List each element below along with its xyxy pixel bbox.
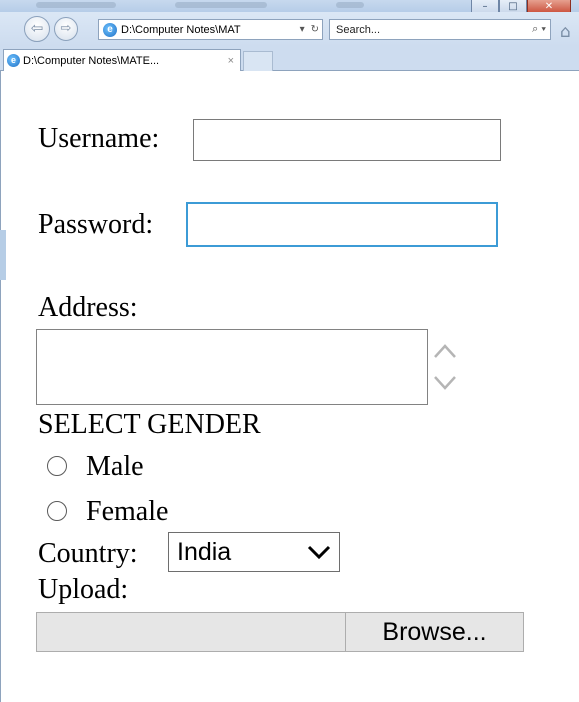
new-tab-button[interactable] xyxy=(243,51,273,71)
file-path-field[interactable] xyxy=(36,612,346,652)
forward-arrow-icon: ⇨ xyxy=(60,21,72,36)
tab-close-icon[interactable]: × xyxy=(222,55,240,67)
female-label: Female xyxy=(86,496,169,527)
ie-page-icon: e xyxy=(103,22,117,37)
male-label: Male xyxy=(86,451,144,482)
tab-strip: e D:\Computer Notes\MATE... × xyxy=(0,46,579,71)
browse-button[interactable]: Browse... xyxy=(345,612,524,652)
window-titlebar: – □ ✕ xyxy=(0,0,579,16)
username-field[interactable] xyxy=(193,119,501,161)
forward-button[interactable]: ⇨ xyxy=(54,17,78,41)
address-textarea[interactable] xyxy=(36,329,456,405)
back-button[interactable]: ⇦ xyxy=(24,16,50,42)
navigation-bar: ⇦ ⇨ e D:\Computer Notes\MAT ▾ ↻ Search..… xyxy=(0,12,579,46)
male-radio[interactable] xyxy=(47,456,67,476)
password-field[interactable] xyxy=(186,202,498,247)
back-arrow-icon: ⇦ xyxy=(30,19,44,37)
tab-title: D:\Computer Notes\MATE... xyxy=(23,54,160,67)
country-selected-value: India xyxy=(177,537,232,566)
username-label: Username: xyxy=(38,123,160,154)
dropdown-arrow-icon[interactable]: ▾ xyxy=(297,24,308,35)
refresh-icon[interactable]: ↻ xyxy=(308,24,322,35)
search-placeholder: Search... xyxy=(336,23,381,36)
ie-tab-icon: e xyxy=(7,54,20,67)
chevron-up-icon[interactable] xyxy=(431,338,459,364)
search-input[interactable]: Search... ⌕ ▾ xyxy=(329,19,551,40)
female-radio[interactable] xyxy=(47,501,67,521)
country-label: Country: xyxy=(38,538,138,569)
blurred-title-text xyxy=(175,2,267,8)
chevron-down-icon xyxy=(307,545,331,560)
address-bar-text[interactable]: D:\Computer Notes\MAT xyxy=(121,24,297,36)
upload-label: Upload: xyxy=(38,574,129,605)
chevron-down-icon[interactable] xyxy=(431,370,459,396)
address-bar[interactable]: e D:\Computer Notes\MAT ▾ ↻ xyxy=(98,19,323,40)
search-icon[interactable]: ⌕ ▾ xyxy=(532,23,550,36)
page-content: Username: Password: Address: SELECT GEND… xyxy=(0,71,579,702)
country-select[interactable]: India xyxy=(168,532,340,572)
address-label: Address: xyxy=(38,292,138,323)
gender-heading: SELECT GENDER xyxy=(38,409,261,440)
blurred-title-text xyxy=(336,2,364,8)
home-icon[interactable]: ⌂ xyxy=(560,22,571,42)
password-label: Password: xyxy=(38,209,154,240)
browser-tab[interactable]: e D:\Computer Notes\MATE... × xyxy=(3,49,241,71)
blurred-title-text xyxy=(36,2,116,8)
